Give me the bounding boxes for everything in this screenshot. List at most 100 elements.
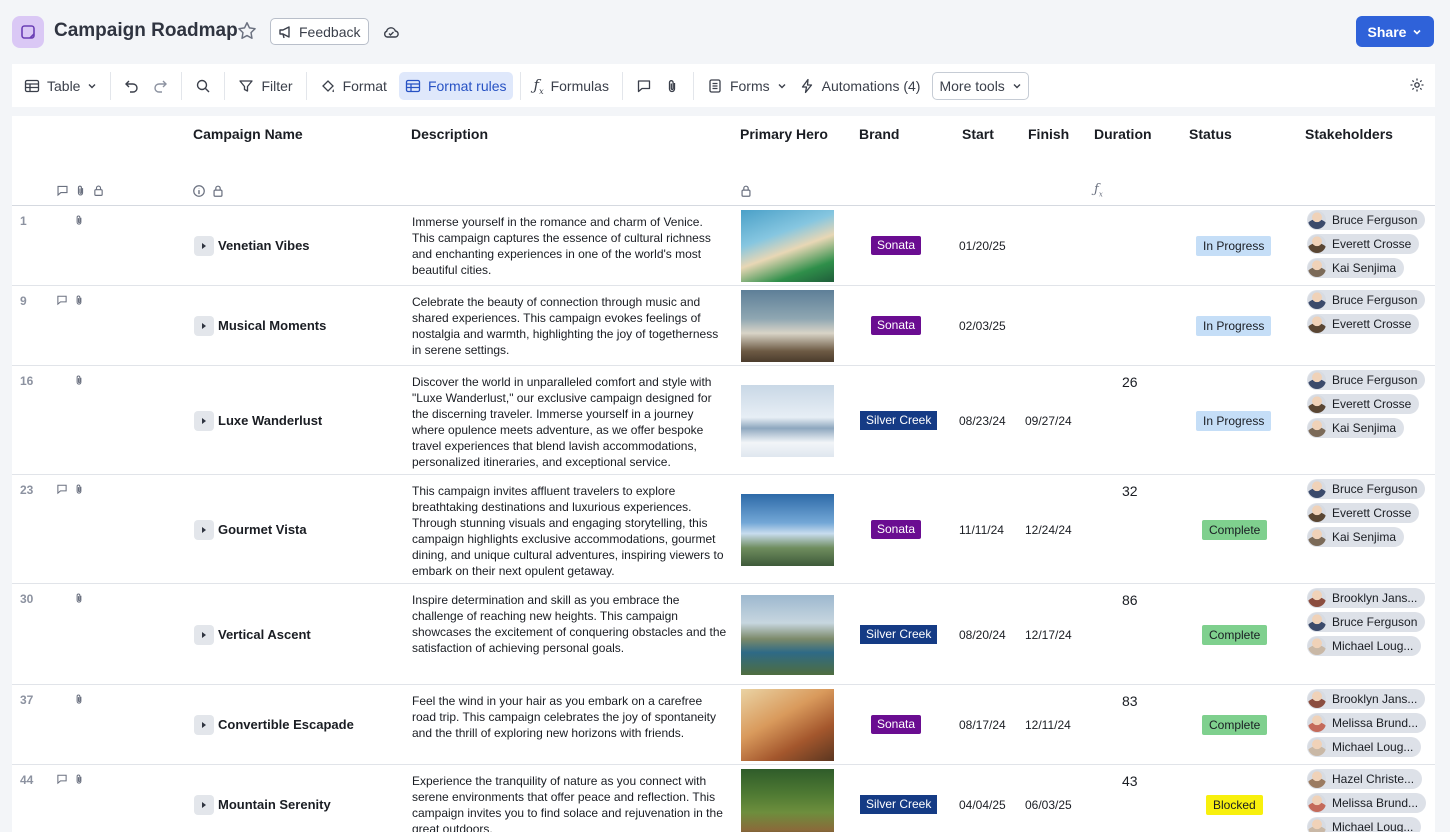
campaign-name-cell[interactable]: Convertible Escapade [218,717,354,732]
row-number[interactable]: 1 [20,214,27,228]
table-view-button[interactable]: Table [18,72,103,100]
sheet-app-icon[interactable] [12,16,44,48]
start-date-cell[interactable]: 11/11/24 [959,523,1004,537]
stakeholder-chip[interactable]: Michael Loug... [1307,737,1422,757]
table-row[interactable]: 37 Convertible Escapade Feel the wind in y… [12,685,1435,765]
campaign-name-cell[interactable]: Venetian Vibes [218,238,310,253]
row-number[interactable]: 23 [20,483,33,497]
campaign-name-cell[interactable]: Mountain Serenity [218,797,331,812]
description-cell[interactable]: Immerse yourself in the romance and char… [412,214,728,278]
table-row[interactable]: 9 Musical Moments Celebrate the beauty of … [12,286,1435,366]
expand-row-button[interactable] [194,316,214,336]
start-date-cell[interactable]: 02/03/25 [959,319,1006,333]
format-button[interactable]: Format [314,72,393,100]
stakeholder-chip[interactable]: Hazel Christe... [1307,769,1423,789]
primary-hero-image[interactable] [741,689,834,761]
row-number[interactable]: 30 [20,592,33,606]
duration-cell[interactable]: 83 [1122,693,1138,709]
expand-row-button[interactable] [194,624,214,645]
finish-date-cell[interactable]: 12/24/24 [1025,523,1072,537]
row-number[interactable]: 44 [20,773,33,787]
status-badge[interactable]: In Progress [1196,236,1272,256]
expand-row-button[interactable] [194,410,214,431]
brand-tag[interactable]: Sonata [871,316,922,335]
brand-tag[interactable]: Silver Creek [860,795,938,814]
stakeholder-chip[interactable]: Bruce Ferguson [1307,210,1426,230]
stakeholder-chip[interactable]: Everett Crosse [1307,394,1420,414]
primary-hero-image[interactable] [741,385,834,457]
sheet-title[interactable]: Campaign Roadmap [54,20,238,42]
primary-hero-image[interactable] [741,595,834,675]
expand-row-button[interactable] [194,236,214,256]
status-badge[interactable]: In Progress [1196,316,1272,336]
search-button[interactable] [189,72,217,100]
start-date-cell[interactable]: 08/23/24 [959,414,1006,428]
expand-row-button[interactable] [194,519,214,540]
col-header-status[interactable]: Status [1189,126,1232,142]
table-row[interactable]: 16 Luxe Wanderlust Discover the world in u… [12,366,1435,475]
filter-button[interactable]: Filter [232,72,298,100]
description-cell[interactable]: This campaign invites affluent travelers… [412,483,728,579]
col-header-stakeholders[interactable]: Stakeholders [1305,126,1393,142]
finish-date-cell[interactable]: 06/03/25 [1025,798,1072,812]
finish-date-cell[interactable]: 09/27/24 [1025,414,1072,428]
finish-date-cell[interactable]: 12/11/24 [1025,718,1071,732]
col-header-finish[interactable]: Finish [1028,126,1069,142]
row-number[interactable]: 16 [20,374,33,388]
forms-button[interactable]: Forms [701,72,793,100]
duration-cell[interactable]: 86 [1122,592,1138,608]
share-button[interactable]: Share [1356,16,1434,47]
brand-tag[interactable]: Sonata [871,519,922,539]
primary-hero-image[interactable] [741,210,834,282]
status-badge[interactable]: In Progress [1196,410,1272,431]
stakeholder-chip[interactable]: Kai Senjima [1307,418,1405,438]
stakeholder-chip[interactable]: Michael Loug... [1307,636,1422,656]
stakeholder-chip[interactable]: Kai Senjima [1307,258,1405,278]
start-date-cell[interactable]: 08/20/24 [959,628,1006,642]
table-row[interactable]: 44 Mountain Serenity Experience the tranqu… [12,765,1435,832]
stakeholder-chip[interactable]: Michael Loug... [1307,817,1422,832]
duration-cell[interactable]: 43 [1122,773,1138,789]
description-cell[interactable]: Experience the tranquility of nature as … [412,773,728,832]
stakeholder-chip[interactable]: Melissa Brund... [1307,793,1427,813]
col-header-description[interactable]: Description [411,126,488,142]
stakeholder-chip[interactable]: Everett Crosse [1307,314,1420,334]
col-header-start[interactable]: Start [962,126,994,142]
brand-tag[interactable]: Sonata [871,236,922,255]
start-date-cell[interactable]: 01/20/25 [959,239,1006,253]
brand-tag[interactable]: Sonata [871,715,922,734]
table-row[interactable]: 23 Gourmet Vista This campaign invites aff… [12,475,1435,584]
settings-gear-icon[interactable] [1409,77,1425,98]
campaign-name-cell[interactable]: Gourmet Vista [218,522,307,537]
stakeholder-chip[interactable]: Bruce Ferguson [1307,612,1426,632]
status-badge[interactable]: Blocked [1206,795,1263,815]
row-number[interactable]: 9 [20,294,27,308]
campaign-name-cell[interactable]: Luxe Wanderlust [218,413,322,428]
stakeholder-chip[interactable]: Melissa Brund... [1307,713,1427,733]
description-cell[interactable]: Inspire determination and skill as you e… [412,592,728,656]
campaign-name-cell[interactable]: Vertical Ascent [218,627,311,642]
description-cell[interactable]: Discover the world in unparalleled comfo… [412,374,728,470]
start-date-cell[interactable]: 08/17/24 [959,718,1006,732]
duration-cell[interactable]: 26 [1122,374,1138,390]
stakeholder-chip[interactable]: Bruce Ferguson [1307,290,1426,310]
primary-hero-image[interactable] [741,290,834,362]
attachments-button[interactable] [658,72,686,100]
more-tools-button[interactable]: More tools [932,71,1029,100]
primary-hero-image[interactable] [741,494,834,566]
status-badge[interactable]: Complete [1202,519,1268,540]
stakeholder-chip[interactable]: Bruce Ferguson [1307,370,1426,390]
expand-row-button[interactable] [194,715,214,735]
col-header-brand[interactable]: Brand [859,126,899,142]
duration-cell[interactable]: 32 [1122,483,1138,499]
feedback-button[interactable]: Feedback [270,18,370,45]
info-icon[interactable] [192,184,206,198]
finish-date-cell[interactable]: 12/17/24 [1025,628,1072,642]
stakeholder-chip[interactable]: Brooklyn Jans... [1307,689,1426,709]
automations-button[interactable]: Automations (4) [793,72,927,100]
description-cell[interactable]: Feel the wind in your hair as you embark… [412,693,728,741]
cloud-saved-icon[interactable] [382,23,400,46]
undo-button[interactable] [118,72,146,100]
start-date-cell[interactable]: 04/04/25 [959,798,1006,812]
row-number[interactable]: 37 [20,693,33,707]
